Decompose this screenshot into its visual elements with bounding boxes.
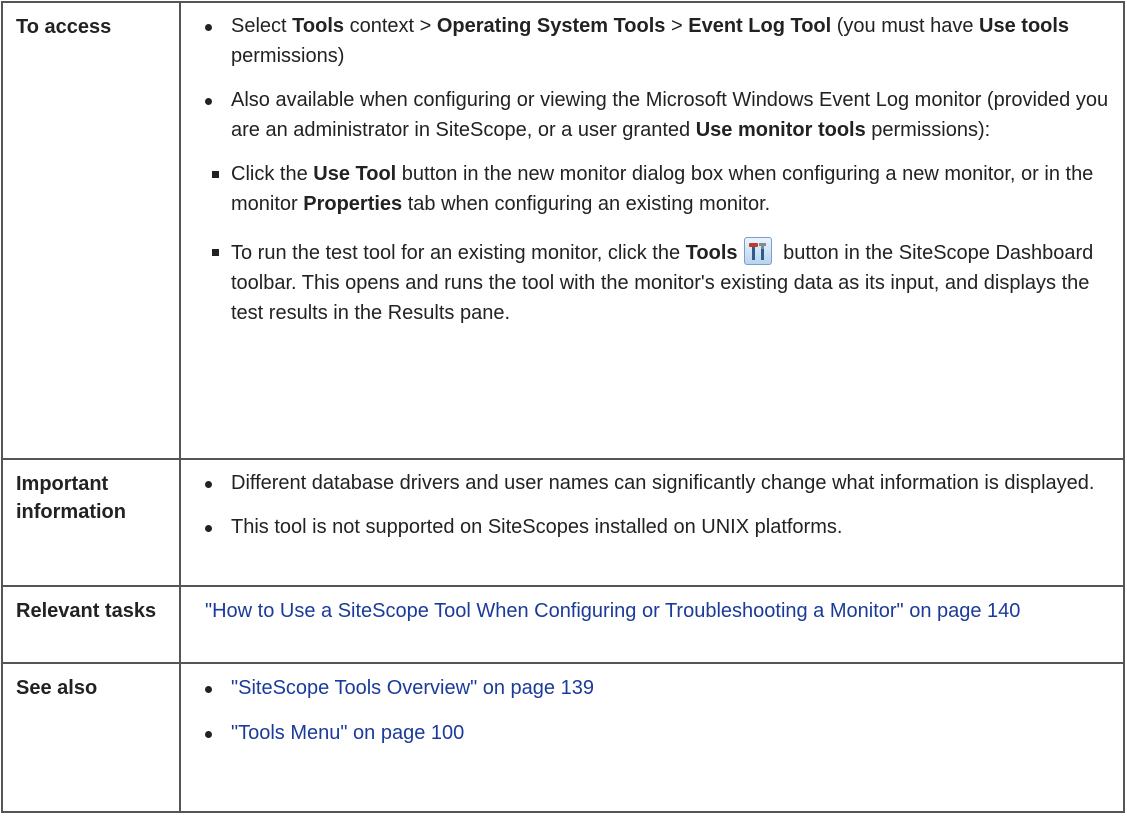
row-header-relevant-tasks: Relevant tasks [1, 585, 181, 664]
sitescope-tools-overview-link[interactable]: "SiteScope Tools Overview" on page 139 [231, 677, 594, 699]
row-to-access: To access Select Tools context > Operati… [1, 1, 1125, 460]
info-table: To access Select Tools context > Operati… [1, 1, 1125, 813]
how-to-use-tool-link[interactable]: "How to Use a SiteScope Tool When Config… [205, 600, 1020, 622]
important-bullet-unix: This tool is not supported on SiteScopes… [200, 512, 1113, 542]
row-body-important-information: Different database drivers and user name… [179, 458, 1125, 587]
see-also-item-tools-menu: "Tools Menu" on page 100 [200, 718, 1113, 748]
bullet-icon [205, 24, 212, 31]
row-see-also: See also "SiteScope Tools Overview" on p… [1, 662, 1125, 813]
square-bullet-icon [212, 171, 219, 178]
access-sub-run-test: To run the test tool for an existing mon… [200, 237, 1113, 328]
row-body-to-access: Select Tools context > Operating System … [179, 1, 1125, 460]
row-header-see-also: See also [1, 662, 181, 813]
tools-menu-link[interactable]: "Tools Menu" on page 100 [231, 722, 464, 744]
access-bullet-also-available: Also available when configuring or viewi… [200, 85, 1113, 145]
row-body-relevant-tasks: "How to Use a SiteScope Tool When Config… [179, 585, 1125, 664]
bullet-icon [205, 98, 212, 105]
square-bullet-icon [212, 249, 219, 256]
important-bullet-drivers: Different database drivers and user name… [200, 468, 1113, 498]
row-body-see-also: "SiteScope Tools Overview" on page 139 "… [179, 662, 1125, 813]
row-header-important-information: Important information [1, 458, 181, 587]
tools-icon [743, 237, 772, 265]
relevant-task-link[interactable]: "How to Use a SiteScope Tool When Config… [205, 596, 1113, 626]
bullet-icon [205, 525, 212, 532]
see-also-item-overview: "SiteScope Tools Overview" on page 139 [200, 673, 1113, 703]
access-sub-use-tool: Click the Use Tool button in the new mon… [200, 159, 1113, 219]
row-relevant-tasks: Relevant tasks "How to Use a SiteScope T… [1, 585, 1125, 664]
row-header-to-access: To access [1, 1, 181, 460]
row-important-information: Important information Different database… [1, 458, 1125, 587]
access-bullet-select-tools: Select Tools context > Operating System … [200, 11, 1113, 71]
bullet-icon [205, 686, 212, 693]
bullet-icon [205, 481, 212, 488]
bullet-icon [205, 731, 212, 738]
